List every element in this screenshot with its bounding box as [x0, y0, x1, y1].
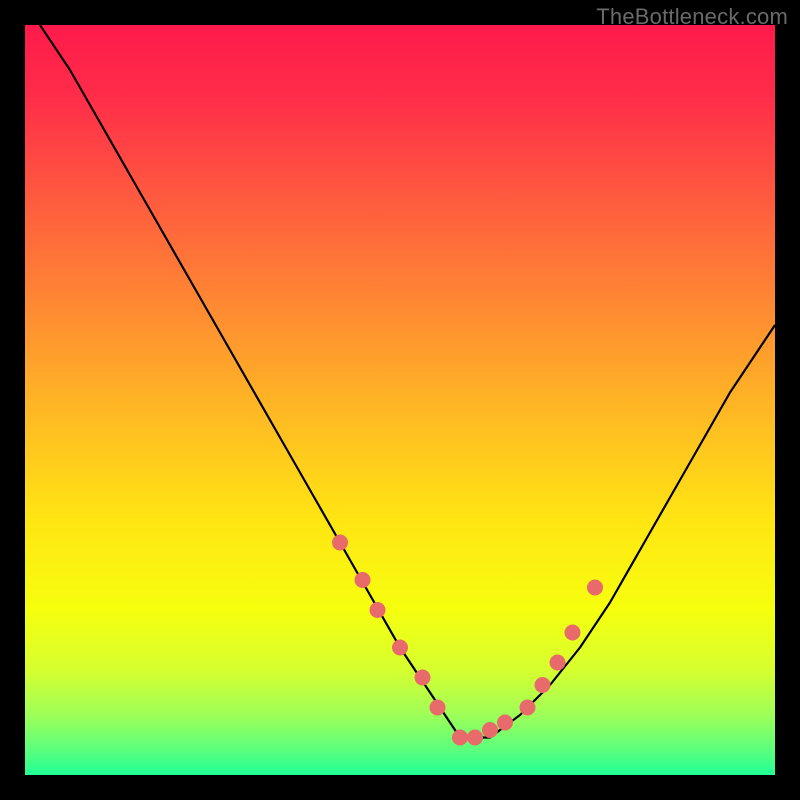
highlight-dot: [535, 677, 551, 693]
watermark-text: TheBottleneck.com: [596, 4, 788, 30]
chart-svg: [25, 25, 775, 775]
highlight-dot: [550, 655, 566, 671]
highlight-dot: [565, 625, 581, 641]
highlight-dot: [497, 715, 513, 731]
plot-area: [25, 25, 775, 775]
highlight-dot: [452, 730, 468, 746]
highlight-dot: [430, 700, 446, 716]
highlight-dot: [482, 722, 498, 738]
highlight-dot: [355, 572, 371, 588]
highlight-dot: [370, 602, 386, 618]
highlight-dot: [415, 670, 431, 686]
highlight-dots-group: [332, 535, 603, 746]
bottleneck-curve: [40, 25, 775, 738]
chart-stage: TheBottleneck.com: [0, 0, 800, 800]
highlight-dot: [587, 580, 603, 596]
highlight-dot: [392, 640, 408, 656]
highlight-dot: [520, 700, 536, 716]
highlight-dot: [467, 730, 483, 746]
highlight-dot: [332, 535, 348, 551]
